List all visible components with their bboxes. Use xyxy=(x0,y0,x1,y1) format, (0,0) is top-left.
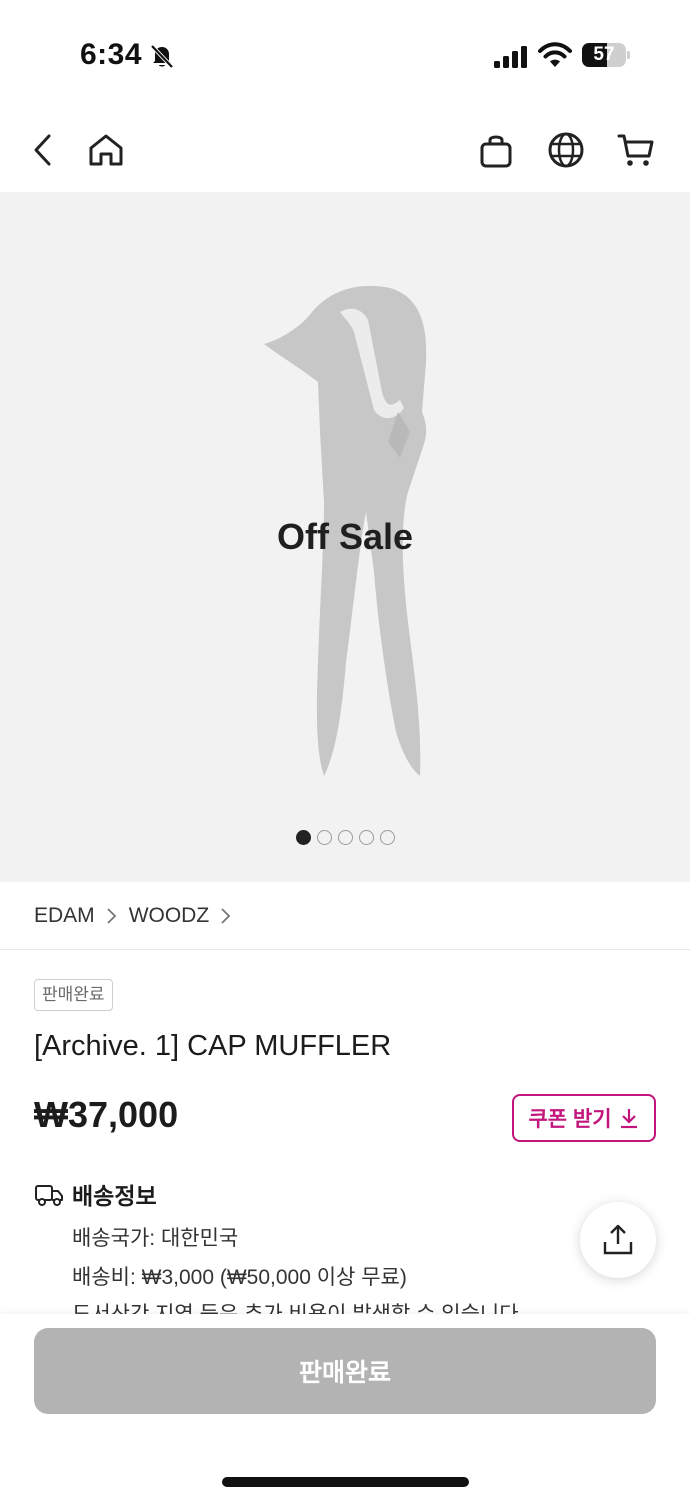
status-time: 6:34 xyxy=(80,38,143,71)
globe-icon[interactable] xyxy=(544,128,588,172)
off-sale-overlay: Off Sale xyxy=(276,516,414,557)
cellular-signal-icon xyxy=(494,46,527,68)
breadcrumb: EDAM WOODZ xyxy=(34,898,233,934)
shipping-info-heading: 배송정보 xyxy=(34,1177,157,1211)
get-coupon-button[interactable]: 쿠폰 받기 xyxy=(512,1094,656,1142)
battery-level: 57 xyxy=(593,44,615,65)
gallery-dot[interactable] xyxy=(295,830,311,845)
gallery-dot[interactable] xyxy=(358,830,374,845)
breadcrumb-item-brand[interactable]: EDAM xyxy=(34,904,95,928)
download-icon xyxy=(620,1109,637,1129)
cart-icon[interactable] xyxy=(614,128,658,172)
shipping-heading-label: 배송정보 xyxy=(72,1183,157,1209)
chevron-right-icon xyxy=(221,908,231,924)
shipping-fee: 배송비: ₩3,000 (₩50,000 이상 무료) xyxy=(72,1266,407,1289)
section-divider xyxy=(0,949,690,950)
battery-indicator: 57 xyxy=(582,43,630,67)
share-button[interactable] xyxy=(580,1202,656,1278)
home-indicator xyxy=(222,1477,469,1487)
back-icon[interactable] xyxy=(22,128,66,172)
share-icon xyxy=(603,1224,633,1255)
bell-muted-icon xyxy=(150,44,174,69)
gallery-dot[interactable] xyxy=(379,830,395,845)
breadcrumb-item-artist[interactable]: WOODZ xyxy=(129,904,209,928)
truck-icon xyxy=(35,1185,63,1206)
product-price: ₩37,000 xyxy=(34,1094,179,1135)
home-icon[interactable] xyxy=(84,128,128,172)
coupon-button-label: 쿠폰 받기 xyxy=(528,1108,612,1131)
product-title: [Archive. 1] CAP MUFFLER xyxy=(34,1030,392,1062)
shopping-bag-icon[interactable] xyxy=(474,128,518,172)
product-image-gallery[interactable]: Off Sale xyxy=(0,192,690,882)
sold-out-badge: 판매완료 xyxy=(34,979,113,1011)
wifi-icon xyxy=(538,42,572,67)
shipping-country: 배송국가: 대한민국 xyxy=(72,1227,239,1250)
status-bar: 6:34 57 xyxy=(0,0,690,100)
gallery-dot[interactable] xyxy=(316,830,332,845)
gallery-dot[interactable] xyxy=(337,830,353,845)
chevron-right-icon xyxy=(107,908,116,924)
gallery-pagination xyxy=(0,830,690,845)
sold-out-button[interactable]: 판매완료 xyxy=(34,1328,656,1414)
top-nav-bar xyxy=(0,110,690,190)
